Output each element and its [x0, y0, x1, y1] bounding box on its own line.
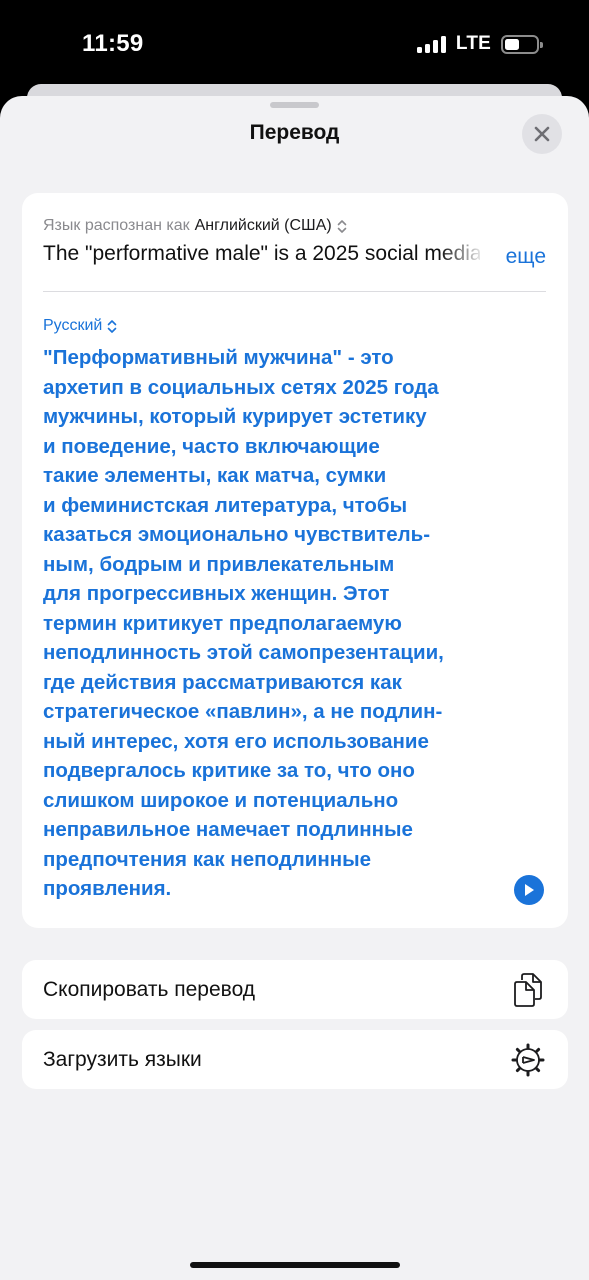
copy-documents-icon	[514, 973, 542, 1007]
xmark-icon	[534, 126, 550, 142]
network-type: LTE	[455, 33, 491, 54]
home-indicator[interactable]	[190, 1262, 400, 1268]
chevron-up-down-icon	[108, 319, 117, 333]
sheet-title: Перевод	[249, 121, 340, 144]
copy-translation-label: Скопировать перевод	[43, 978, 256, 1001]
source-text-row: The "performative male" is a 2025 social…	[43, 242, 546, 270]
target-language-selector[interactable]: Русский	[43, 317, 117, 335]
target-language: Русский	[43, 317, 103, 334]
download-languages-button[interactable]: Загрузить языки	[22, 1030, 568, 1089]
download-gear-icon	[511, 1043, 545, 1077]
status-indicators: LTE	[416, 33, 543, 55]
battery-icon	[501, 34, 543, 54]
more-link[interactable]: еще	[506, 245, 546, 269]
detected-language-row[interactable]: Язык распознан как Английский (США)	[43, 217, 347, 235]
chevron-up-down-icon	[337, 219, 347, 233]
translation-sheet: Перевод Язык распознан как Английский (С…	[0, 96, 589, 1280]
play-button[interactable]	[514, 875, 544, 905]
translated-text[interactable]: "Перформативный мужчина" - это архетип в…	[43, 343, 523, 904]
source-text[interactable]: The "performative male" is a 2025 social…	[43, 242, 480, 270]
cellular-signal-icon	[416, 35, 446, 53]
source-text-fade	[440, 242, 485, 270]
download-languages-label: Загрузить языки	[43, 1048, 202, 1071]
status-time: 11:59	[82, 30, 144, 57]
translation-card: Язык распознан как Английский (США) The …	[22, 193, 568, 928]
detected-language: Английский (США)	[194, 217, 332, 234]
status-bar: 11:59 LTE	[0, 0, 589, 84]
sheet-grabber[interactable]	[270, 102, 319, 108]
play-icon	[525, 884, 534, 896]
detected-language-prefix: Язык распознан как	[43, 217, 190, 234]
divider	[43, 291, 546, 292]
close-button[interactable]	[522, 114, 562, 154]
copy-translation-button[interactable]: Скопировать перевод	[22, 960, 568, 1019]
